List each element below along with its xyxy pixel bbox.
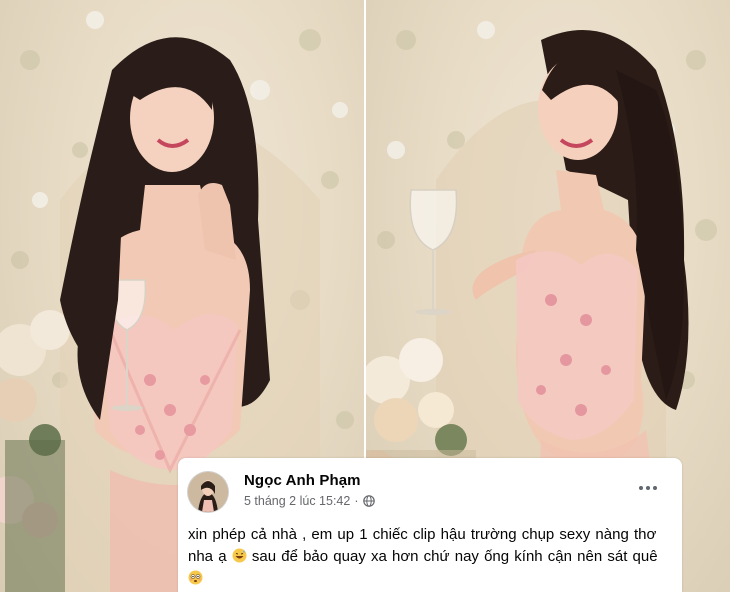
avatar-image (188, 472, 228, 512)
post-text: xin phép cả nhà , em up 1 chiếc clip hậu… (188, 524, 676, 590)
more-dot (646, 486, 650, 490)
globe-icon[interactable] (362, 495, 375, 507)
post-card: Ngọc Anh Phạm 5 tháng 2 lúc 15:42 · xin … (178, 458, 682, 592)
post-timestamp[interactable]: 5 tháng 2 lúc 15:42 (244, 494, 350, 508)
flushed-face-emoji-icon (188, 570, 203, 585)
post-meta: 5 tháng 2 lúc 15:42 · (244, 494, 375, 508)
grinning-sweat-emoji-icon (232, 548, 247, 563)
more-options-icon[interactable] (634, 480, 662, 496)
more-dot (639, 486, 643, 490)
post-text-part2: sau để bảo quay xa hơn chứ nay ống kính … (251, 548, 658, 565)
author-name[interactable]: Ngọc Anh Phạm (244, 472, 361, 489)
author-avatar[interactable] (188, 472, 228, 512)
meta-separator: · (354, 494, 359, 508)
more-dot (653, 486, 657, 490)
